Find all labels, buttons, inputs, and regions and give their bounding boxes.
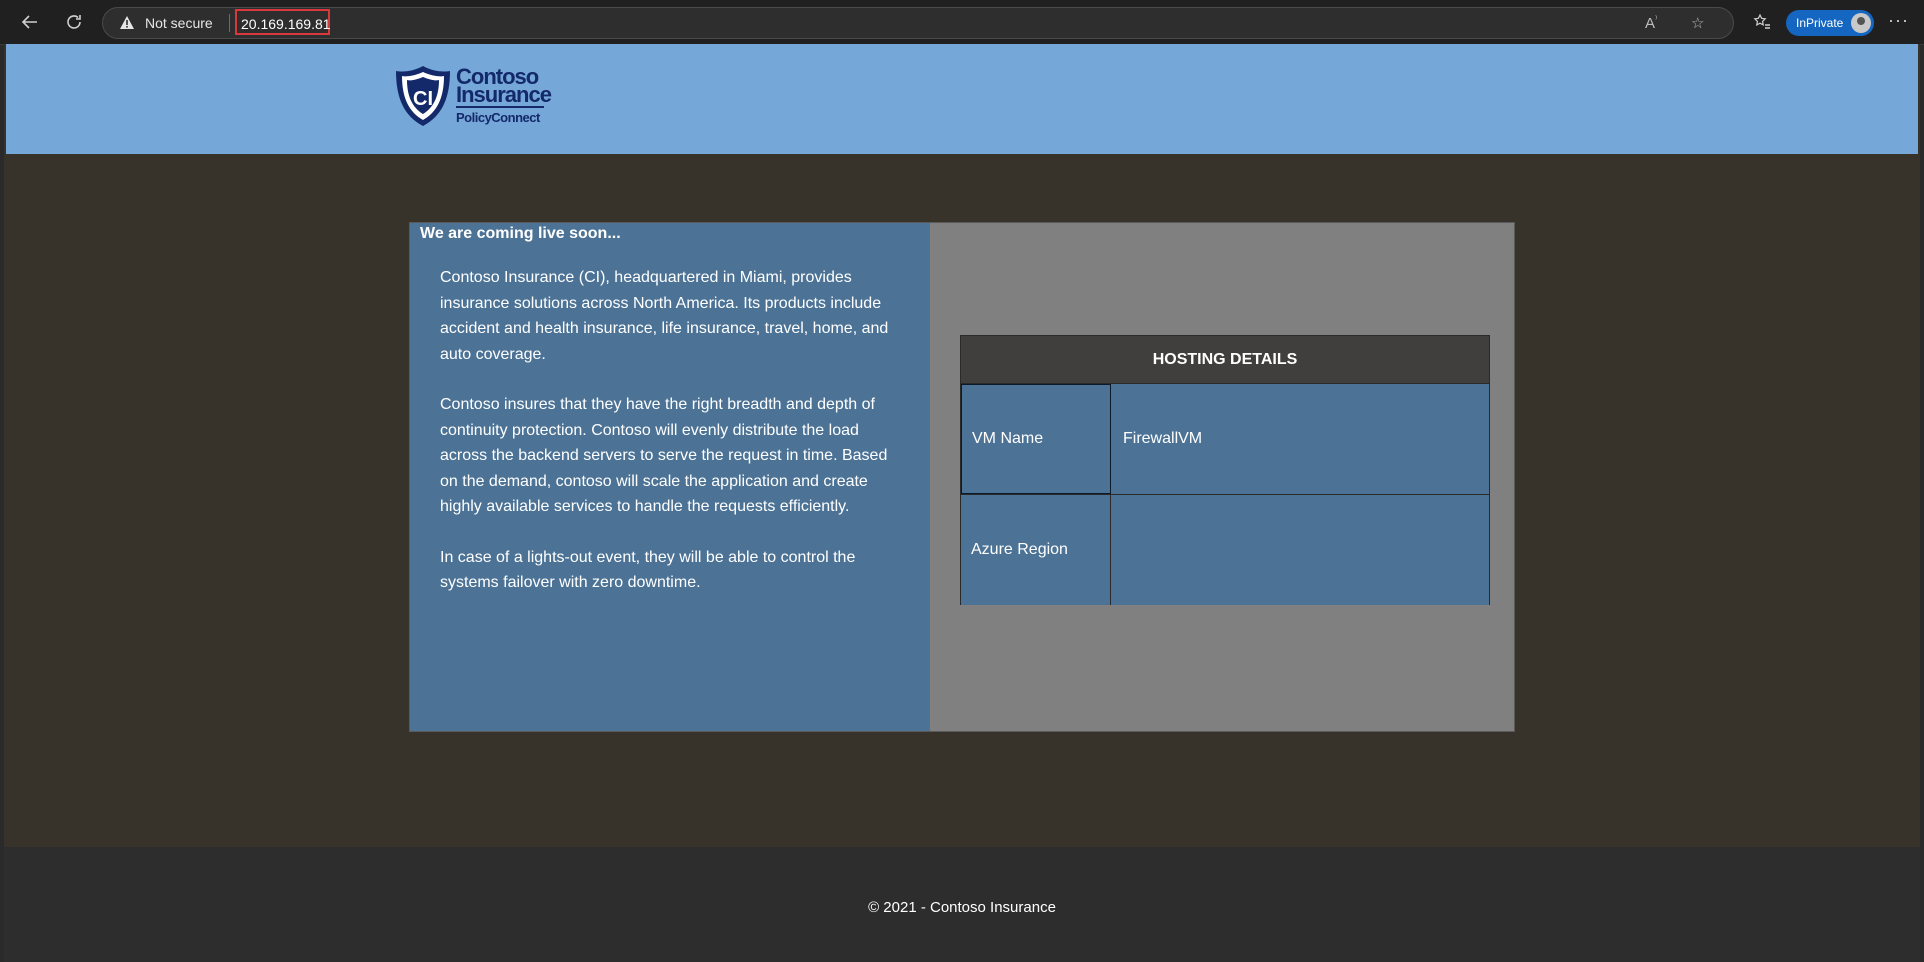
azure-region-value	[1111, 495, 1489, 605]
hosting-details-table: HOSTING DETAILS VM Name FirewallVM Azure…	[960, 335, 1490, 605]
shield-logo-icon: CI	[396, 66, 450, 126]
copyright-text: © 2021 - Contoso Insurance	[868, 899, 1056, 916]
refresh-icon[interactable]	[60, 8, 88, 36]
logo-line2: Insurance	[456, 82, 552, 107]
divider	[229, 14, 230, 32]
vm-name-label: VM Name	[961, 384, 1111, 494]
intro-paragraph: Contoso Insurance (CI), headquartered in…	[440, 269, 889, 363]
browser-toolbar: Not secure 20.169.169.81 A⁾ ☆ InPrivate …	[0, 0, 1924, 45]
favorite-star-icon[interactable]: ☆	[1691, 14, 1704, 32]
site-header: CI Contoso Insurance PolicyConnect	[6, 44, 1918, 154]
more-menu-icon[interactable]: ···	[1888, 10, 1909, 31]
address-bar[interactable]: Not secure 20.169.169.81 A⁾ ☆	[102, 7, 1734, 39]
profile-avatar-icon	[1851, 13, 1871, 33]
site-footer: © 2021 - Contoso Insurance	[4, 847, 1920, 962]
page: CI Contoso Insurance PolicyConnect We ar…	[4, 44, 1920, 962]
back-arrow-icon[interactable]	[16, 8, 44, 36]
intro-paragraph: In case of a lights-out event, they will…	[440, 548, 856, 592]
vm-name-value: FirewallVM	[1123, 430, 1203, 447]
hosting-details-title: HOSTING DETAILS	[961, 336, 1489, 383]
table-row: Azure Region	[961, 494, 1489, 605]
logo-line3: PolicyConnect	[456, 110, 540, 125]
contoso-logo[interactable]: CI Contoso Insurance PolicyConnect	[394, 64, 554, 130]
read-aloud-icon[interactable]: A⁾	[1645, 14, 1657, 32]
security-status[interactable]: Not secure	[145, 15, 213, 31]
warning-icon	[119, 15, 135, 35]
logo-underline	[456, 106, 544, 108]
main-content: We are coming live soon... Contoso Insur…	[409, 222, 1515, 732]
inprivate-label: InPrivate	[1796, 16, 1844, 30]
azure-region-label: Azure Region	[961, 495, 1111, 605]
intro-paragraph: Contoso insures that they have the right…	[440, 396, 888, 515]
url-text[interactable]: 20.169.169.81	[235, 9, 331, 35]
inprivate-button[interactable]: InPrivate	[1786, 10, 1874, 36]
intro-body: Contoso Insurance (CI), headquartered in…	[440, 265, 900, 621]
table-row: VM Name FirewallVM	[961, 383, 1489, 494]
intro-heading: We are coming live soon...	[420, 225, 621, 242]
intro-panel: We are coming live soon... Contoso Insur…	[410, 223, 930, 731]
favorites-icon[interactable]	[1748, 8, 1776, 36]
logo-monogram: CI	[413, 88, 433, 110]
